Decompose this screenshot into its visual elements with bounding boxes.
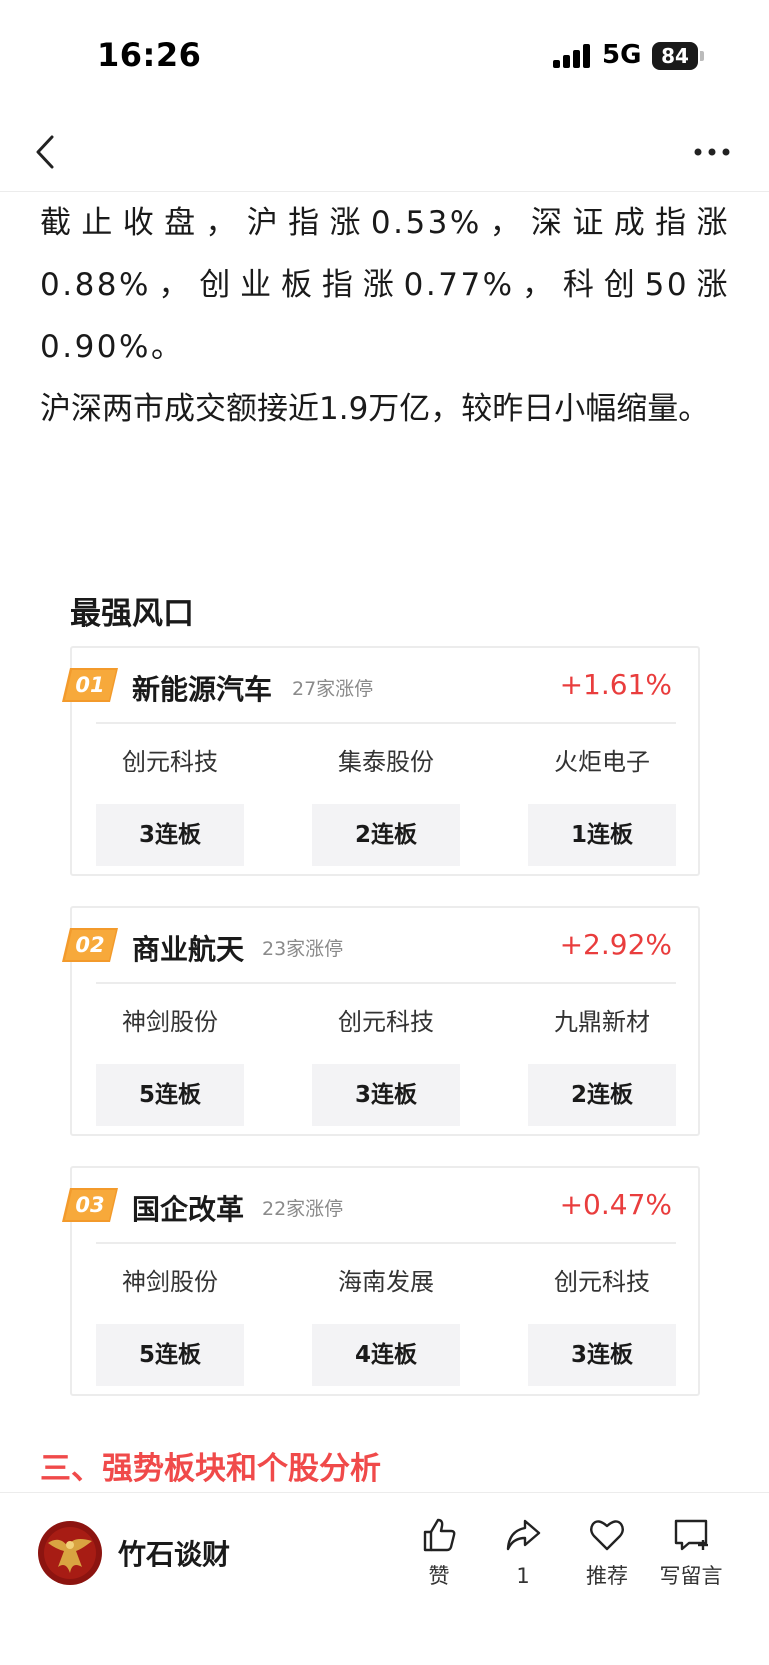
status-bar: 16:26 5G 84 <box>0 0 769 112</box>
rank-number: 02 <box>75 933 105 957</box>
stock-name: 神剑股份 <box>122 1268 218 1296</box>
stock-item[interactable]: 海南发展 4连板 <box>312 1264 460 1386</box>
stock-item[interactable]: 神剑股份 5连板 <box>96 1004 244 1126</box>
stock-name: 创元科技 <box>338 1008 434 1036</box>
sector-card[interactable]: 02 商业航天 23家涨停 +2.92% 神剑股份 5连板 创元科技 3连板 九… <box>62 906 700 1136</box>
sector-card[interactable]: 03 国企改革 22家涨停 +0.47% 神剑股份 5连板 海南发展 4连板 创… <box>62 1166 700 1396</box>
board-badge: 1连板 <box>528 804 676 866</box>
article-paragraph: 沪深两市成交额接近1.9万亿，较昨日小幅缩量。 <box>40 391 710 427</box>
comment-icon <box>674 1519 708 1551</box>
sector-name: 新能源汽车 <box>132 673 273 706</box>
board-badge: 2连板 <box>312 804 460 866</box>
article-body: 截止收盘，沪指涨0.53%，深证成指涨0.88%，创业板指涨0.77%，科创50… <box>40 192 730 440</box>
stock-name: 神剑股份 <box>122 1008 218 1036</box>
rank-number: 01 <box>75 673 105 697</box>
comment-label: 写留言 <box>659 1564 723 1588</box>
share-icon <box>506 1519 541 1551</box>
board-badge: 2连板 <box>528 1064 676 1126</box>
sector-change: +2.92% <box>559 928 672 961</box>
card-divider <box>96 722 676 724</box>
back-icon[interactable] <box>30 132 66 172</box>
board-badge: 5连板 <box>96 1064 244 1126</box>
nav-bar <box>0 112 769 192</box>
stock-name: 集泰股份 <box>338 748 434 776</box>
board-badge: 4连板 <box>312 1324 460 1386</box>
card-divider <box>96 982 676 984</box>
thumbs-up-icon <box>423 1518 456 1552</box>
board-badge: 3连板 <box>96 804 244 866</box>
stock-item[interactable]: 创元科技 3连板 <box>528 1264 676 1386</box>
battery-nub <box>700 51 704 61</box>
signal-icon <box>553 44 593 68</box>
like-label: 赞 <box>428 1564 450 1588</box>
limit-up-count: 23家涨停 <box>262 938 344 960</box>
sector-name: 国企改革 <box>132 1193 245 1226</box>
stock-item[interactable]: 集泰股份 2连板 <box>312 744 460 866</box>
author-name[interactable]: 竹石谈财 <box>118 1533 230 1573</box>
recommend-label: 推荐 <box>586 1564 628 1588</box>
stock-item[interactable]: 创元科技 3连板 <box>96 744 244 866</box>
card-divider <box>96 1242 676 1244</box>
board-badge: 3连板 <box>312 1064 460 1126</box>
sector-change: +1.61% <box>559 668 672 701</box>
sector-change: +0.47% <box>559 1188 672 1221</box>
board-badge: 5连板 <box>96 1324 244 1386</box>
stock-name: 火炬电子 <box>554 748 650 776</box>
stock-name: 创元科技 <box>554 1268 650 1296</box>
rank-number: 03 <box>75 1193 105 1217</box>
more-icon[interactable] <box>690 136 734 168</box>
limit-up-count: 22家涨停 <box>262 1198 344 1220</box>
section-title: 最强风口 <box>70 596 194 632</box>
sector-name: 商业航天 <box>132 933 245 966</box>
status-time: 16:26 <box>97 36 202 74</box>
stock-name: 海南发展 <box>338 1268 434 1296</box>
section-subheading: 三、强势板块和个股分析 <box>40 1451 381 1487</box>
battery-icon: 84 <box>652 42 698 70</box>
author-avatar[interactable] <box>38 1521 102 1585</box>
heart-icon <box>590 1520 624 1551</box>
limit-up-count: 27家涨停 <box>292 678 374 700</box>
stock-name: 创元科技 <box>122 748 218 776</box>
share-button[interactable]: 1 <box>483 1515 563 1591</box>
network-type: 5G <box>602 40 642 70</box>
stock-item[interactable]: 火炬电子 1连板 <box>528 744 676 866</box>
sector-card[interactable]: 01 新能源汽车 27家涨停 +1.61% 创元科技 3连板 集泰股份 2连板 … <box>62 646 700 876</box>
board-badge: 3连板 <box>528 1324 676 1386</box>
stock-item[interactable]: 九鼎新材 2连板 <box>528 1004 676 1126</box>
comment-button[interactable]: 写留言 <box>651 1515 731 1591</box>
recommend-button[interactable]: 推荐 <box>567 1515 647 1591</box>
stock-name: 九鼎新材 <box>554 1008 650 1036</box>
share-count: 1 <box>516 1564 530 1588</box>
article-paragraph: 截止收盘，沪指涨0.53%，深证成指涨0.88%，创业板指涨0.77%，科创50… <box>40 205 730 365</box>
bottom-action-bar: 竹石谈财 赞 1 推荐 写留言 <box>0 1492 769 1665</box>
stock-item[interactable]: 神剑股份 5连板 <box>96 1264 244 1386</box>
like-button[interactable]: 赞 <box>399 1515 479 1591</box>
stock-item[interactable]: 创元科技 3连板 <box>312 1004 460 1126</box>
